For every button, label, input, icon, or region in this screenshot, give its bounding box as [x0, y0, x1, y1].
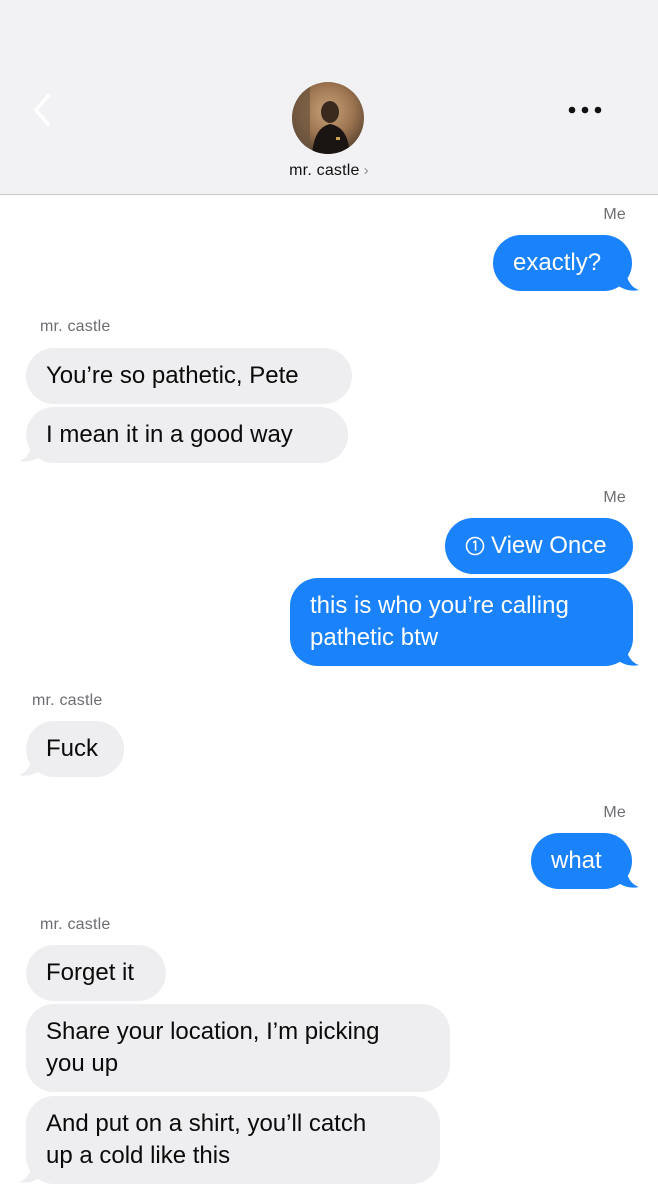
conversation-header: mr. castle ›: [0, 0, 658, 195]
bubble-tail: [616, 270, 639, 291]
ellipsis-icon: [568, 106, 602, 114]
sender-label-contact: mr. castle: [40, 916, 111, 933]
incoming-message[interactable]: And put on a shirt, you’ll catch up a co…: [26, 1096, 440, 1184]
message-text-line: you up: [46, 1050, 119, 1077]
outgoing-message[interactable]: exactly?: [493, 235, 632, 291]
sender-label-me: Me: [603, 804, 626, 821]
message-text: I mean it in a good way: [46, 421, 293, 448]
incoming-message[interactable]: You’re so pathetic, Pete: [26, 348, 352, 404]
incoming-message[interactable]: Share your location, I’m picking you up: [26, 1004, 450, 1092]
chevron-right-icon: ›: [363, 162, 369, 179]
message-text-line: And put on a shirt, you’ll catch: [46, 1110, 367, 1137]
message-text-line: Share your location, I’m picking: [46, 1018, 380, 1045]
contact-name: mr. castle: [289, 162, 360, 179]
back-button[interactable]: [28, 88, 58, 132]
contact-name-button[interactable]: mr. castle ›: [0, 162, 658, 180]
view-once-label: View Once: [491, 532, 607, 559]
message-text: what: [551, 847, 602, 874]
bubble-tail: [616, 645, 639, 666]
incoming-message[interactable]: Forget it: [26, 945, 166, 1001]
chevron-left-icon: [34, 94, 50, 126]
bubble-tail: [616, 867, 639, 888]
message-text: Fuck: [46, 735, 99, 762]
message-text-line: pathetic btw: [310, 624, 439, 651]
bubble-tail: [19, 441, 42, 462]
sender-label-me: Me: [603, 206, 626, 223]
sender-label-contact: mr. castle: [40, 318, 111, 335]
message-text-line: up a cold like this: [46, 1142, 231, 1169]
outgoing-message[interactable]: this is who you’re calling pathetic btw: [290, 578, 633, 666]
view-once-icon: [465, 536, 485, 556]
contact-avatar[interactable]: [292, 82, 364, 154]
avatar-photo: [292, 82, 364, 154]
message-text: Forget it: [46, 959, 135, 986]
message-text: You’re so pathetic, Pete: [46, 362, 299, 389]
message-text-line: this is who you’re calling: [310, 592, 569, 619]
bubble-tail: [19, 755, 42, 776]
incoming-message[interactable]: I mean it in a good way: [26, 407, 348, 463]
message-text: exactly?: [513, 249, 602, 276]
more-options-button[interactable]: [566, 100, 606, 120]
view-once-photo-button[interactable]: View Once: [445, 518, 633, 574]
sender-label-me: Me: [603, 489, 626, 506]
bubble-tail: [19, 1162, 42, 1183]
sender-label-contact: mr. castle: [32, 692, 103, 709]
